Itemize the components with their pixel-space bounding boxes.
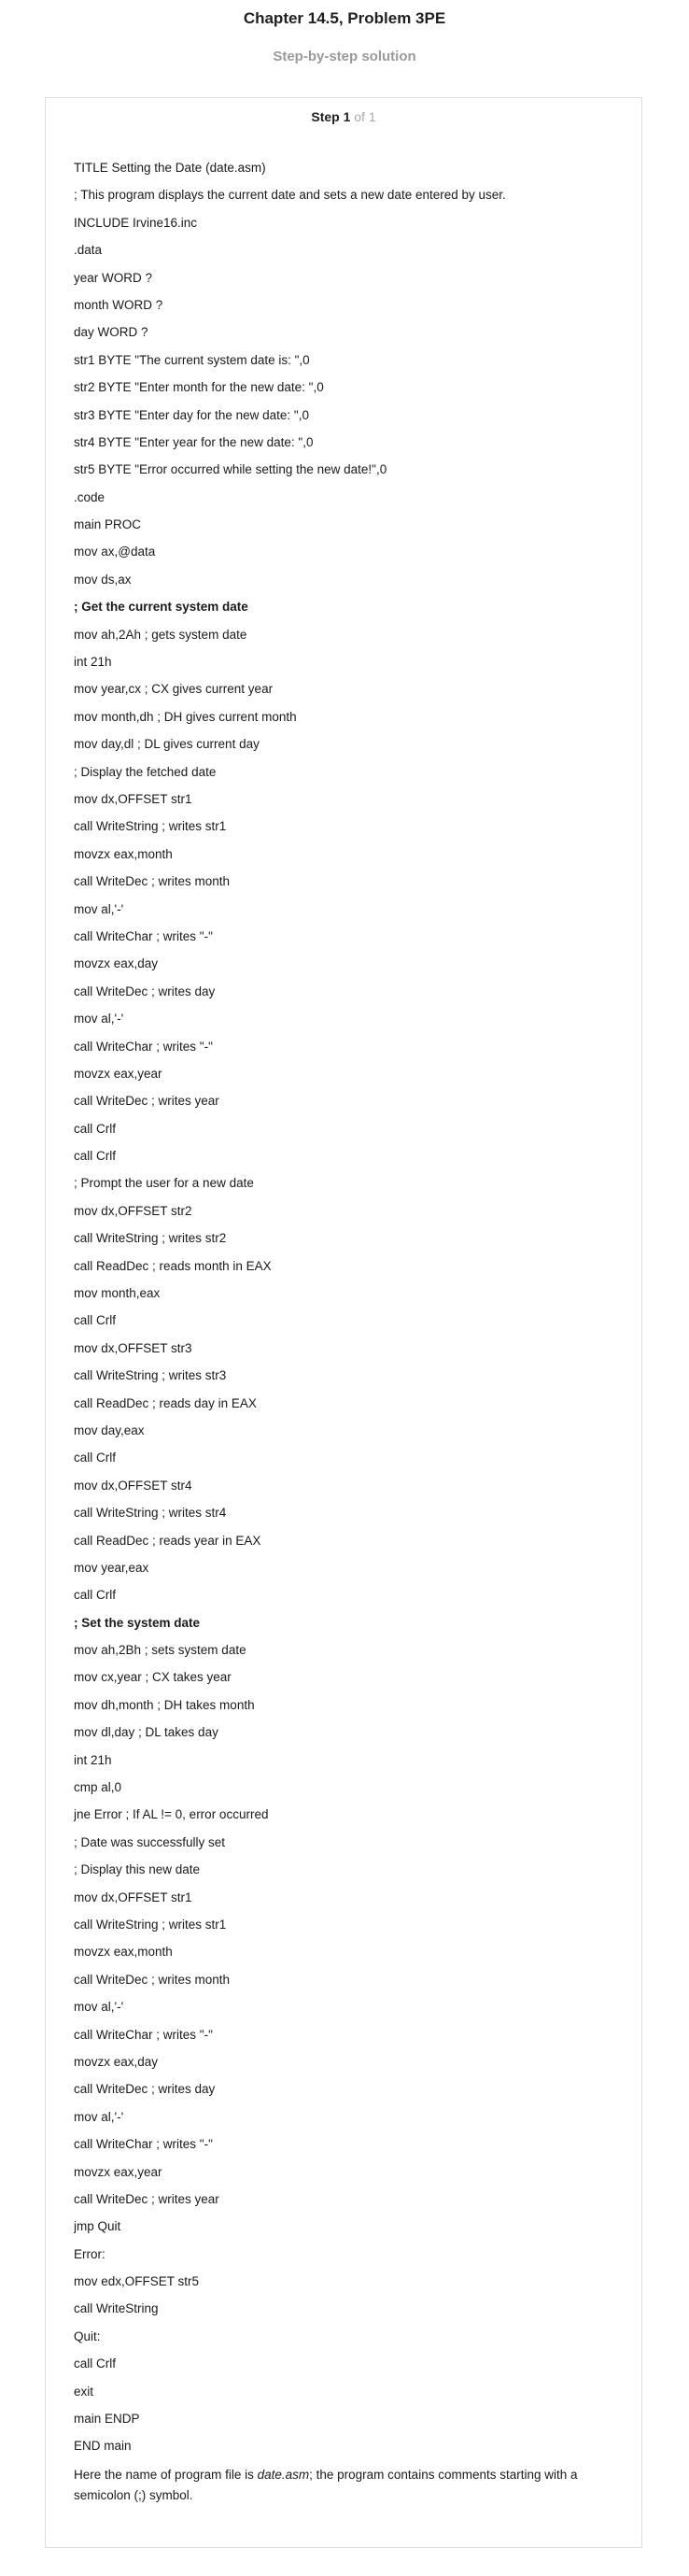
code-line: int 21h — [74, 655, 112, 670]
code-line: call WriteDec ; writes year — [74, 1094, 219, 1109]
code-line: call WriteString ; writes str3 — [74, 1368, 227, 1383]
code-line: call WriteString — [74, 2301, 159, 2316]
code-line: call Crlf — [74, 1121, 117, 1136]
code-line: mov dx,OFFSET str2 — [74, 1203, 192, 1218]
step-label: Step 1 — [311, 109, 351, 124]
code-line: .data — [74, 243, 103, 258]
code-line: call WriteChar ; writes "-" — [74, 1039, 213, 1054]
code-line: call WriteDec ; writes day — [74, 2082, 216, 2097]
code-line: mov dl,day ; DL takes day — [74, 1725, 218, 1740]
code-line: movzx eax,year — [74, 2164, 162, 2179]
explanation-prefix: Here the name of program file is — [74, 2467, 258, 2482]
code-line: mov dx,OFFSET str1 — [74, 791, 192, 806]
code-line: Quit: — [74, 2328, 101, 2343]
code-line: call Crlf — [74, 1313, 117, 1328]
code-line: cmp al,0 — [74, 1780, 122, 1795]
code-line: mov ds,ax — [74, 572, 132, 587]
code-line: year WORD ? — [74, 270, 153, 285]
code-line: mov al,'-' — [74, 2109, 124, 2124]
code-line: movzx eax,month — [74, 846, 173, 861]
code-line: mov year,cx ; CX gives current year — [74, 682, 274, 697]
code-line: mov cx,year ; CX takes year — [74, 1670, 232, 1685]
code-line: call Crlf — [74, 1149, 117, 1164]
code-line: str5 BYTE "Error occurred while setting … — [74, 462, 387, 477]
code-line: END main — [74, 2439, 132, 2454]
code-line: call WriteString ; writes str4 — [74, 1506, 227, 1521]
code-line: call WriteDec ; writes year — [74, 2191, 219, 2206]
code-line: str4 BYTE "Enter year for the new date: … — [74, 434, 314, 449]
code-line: int 21h — [74, 1752, 112, 1767]
code-line: call WriteString ; writes str1 — [74, 819, 227, 834]
code-line: call ReadDec ; reads month in EAX — [74, 1258, 272, 1273]
code-line: call WriteDec ; writes month — [74, 874, 231, 889]
code-line: call WriteDec ; writes day — [74, 984, 216, 998]
code-line: jmp Quit — [74, 2219, 121, 2234]
code-line: .code — [74, 489, 105, 504]
code-line: TITLE Setting the Date (date.asm) — [74, 161, 266, 175]
code-line: movzx eax,month — [74, 1945, 173, 1960]
solution-step-card: Step 1 of 1 TITLE Setting the Date (date… — [45, 97, 642, 2548]
code-line: str1 BYTE "The current system date is: "… — [74, 352, 310, 367]
code-line: ; Prompt the user for a new date — [74, 1176, 254, 1191]
program-filename: date.asm — [257, 2467, 310, 2482]
code-line: call Crlf — [74, 1451, 117, 1465]
code-line: str3 BYTE "Enter day for the new date: "… — [74, 407, 309, 422]
explanation-paragraph: Here the name of program file is date.as… — [74, 2465, 615, 2506]
code-line: month WORD ? — [74, 297, 163, 312]
code-line: mov ah,2Ah ; gets system date — [74, 627, 247, 642]
code-line: mov al,'-' — [74, 1012, 124, 1026]
step-body: TITLE Setting the Date (date.asm) ; This … — [74, 154, 615, 2506]
code-line: mov month,dh ; DH gives current month — [74, 709, 297, 724]
code-line: INCLUDE Irvine16.inc — [74, 215, 198, 230]
code-line: mov edx,OFFSET str5 — [74, 2274, 200, 2289]
code-line: ; Display this new date — [74, 1862, 201, 1877]
code-line: main ENDP — [74, 2412, 140, 2427]
code-line: Error: — [74, 2246, 105, 2261]
code-line: call WriteChar ; writes "-" — [74, 928, 213, 943]
page-subtitle: Step-by-step solution — [273, 49, 416, 64]
code-line: mov day,dl ; DL gives current day — [74, 737, 260, 752]
code-listing: TITLE Setting the Date (date.asm) ; This … — [74, 154, 615, 2460]
code-line: mov dx,OFFSET str4 — [74, 1478, 192, 1493]
code-line: call ReadDec ; reads year in EAX — [74, 1533, 261, 1548]
code-line: mov al,'-' — [74, 2000, 124, 2015]
code-line: call WriteString ; writes str1 — [74, 1918, 227, 1932]
code-section-heading: ; Set the system date — [74, 1615, 201, 1630]
code-line: call WriteString ; writes str2 — [74, 1231, 227, 1246]
code-section-heading: ; Get the current system date — [74, 600, 248, 615]
code-line: mov dh,month ; DH takes month — [74, 1697, 255, 1712]
code-line: ; This program displays the current date… — [74, 188, 506, 203]
code-line: mov month,eax — [74, 1286, 161, 1301]
code-line: mov al,'-' — [74, 901, 124, 916]
code-line: mov year,eax — [74, 1560, 149, 1575]
code-line: movzx eax,day — [74, 956, 159, 971]
code-line: mov dx,OFFSET str1 — [74, 1890, 192, 1904]
code-line: ; Display the fetched date — [74, 764, 217, 779]
code-line: exit — [74, 2384, 94, 2399]
code-line: day WORD ? — [74, 325, 148, 340]
code-line: movzx eax,day — [74, 2054, 159, 2069]
code-line: mov ax,@data — [74, 545, 156, 559]
code-line: call WriteDec ; writes month — [74, 1972, 231, 1987]
code-line: mov dx,OFFSET str3 — [74, 1340, 192, 1355]
code-line: str2 BYTE "Enter month for the new date:… — [74, 380, 324, 395]
code-line: call WriteChar ; writes "-" — [74, 2137, 213, 2152]
code-line: mov ah,2Bh ; sets system date — [74, 1643, 246, 1658]
code-line: mov day,eax — [74, 1422, 145, 1437]
step-header: Step 1 of 1 — [46, 109, 641, 124]
code-line: jne Error ; If AL != 0, error occurred — [74, 1807, 269, 1822]
code-line: call Crlf — [74, 2357, 117, 2371]
code-line: main PROC — [74, 517, 142, 532]
code-line: call WriteChar ; writes "-" — [74, 2027, 213, 2042]
code-line: call ReadDec ; reads day in EAX — [74, 1395, 257, 1410]
step-count: of 1 — [350, 109, 376, 124]
code-line: call Crlf — [74, 1588, 117, 1603]
code-line: ; Date was successfully set — [74, 1834, 226, 1849]
code-line: movzx eax,year — [74, 1066, 162, 1081]
page-title: Chapter 14.5, Problem 3PE — [243, 9, 446, 27]
